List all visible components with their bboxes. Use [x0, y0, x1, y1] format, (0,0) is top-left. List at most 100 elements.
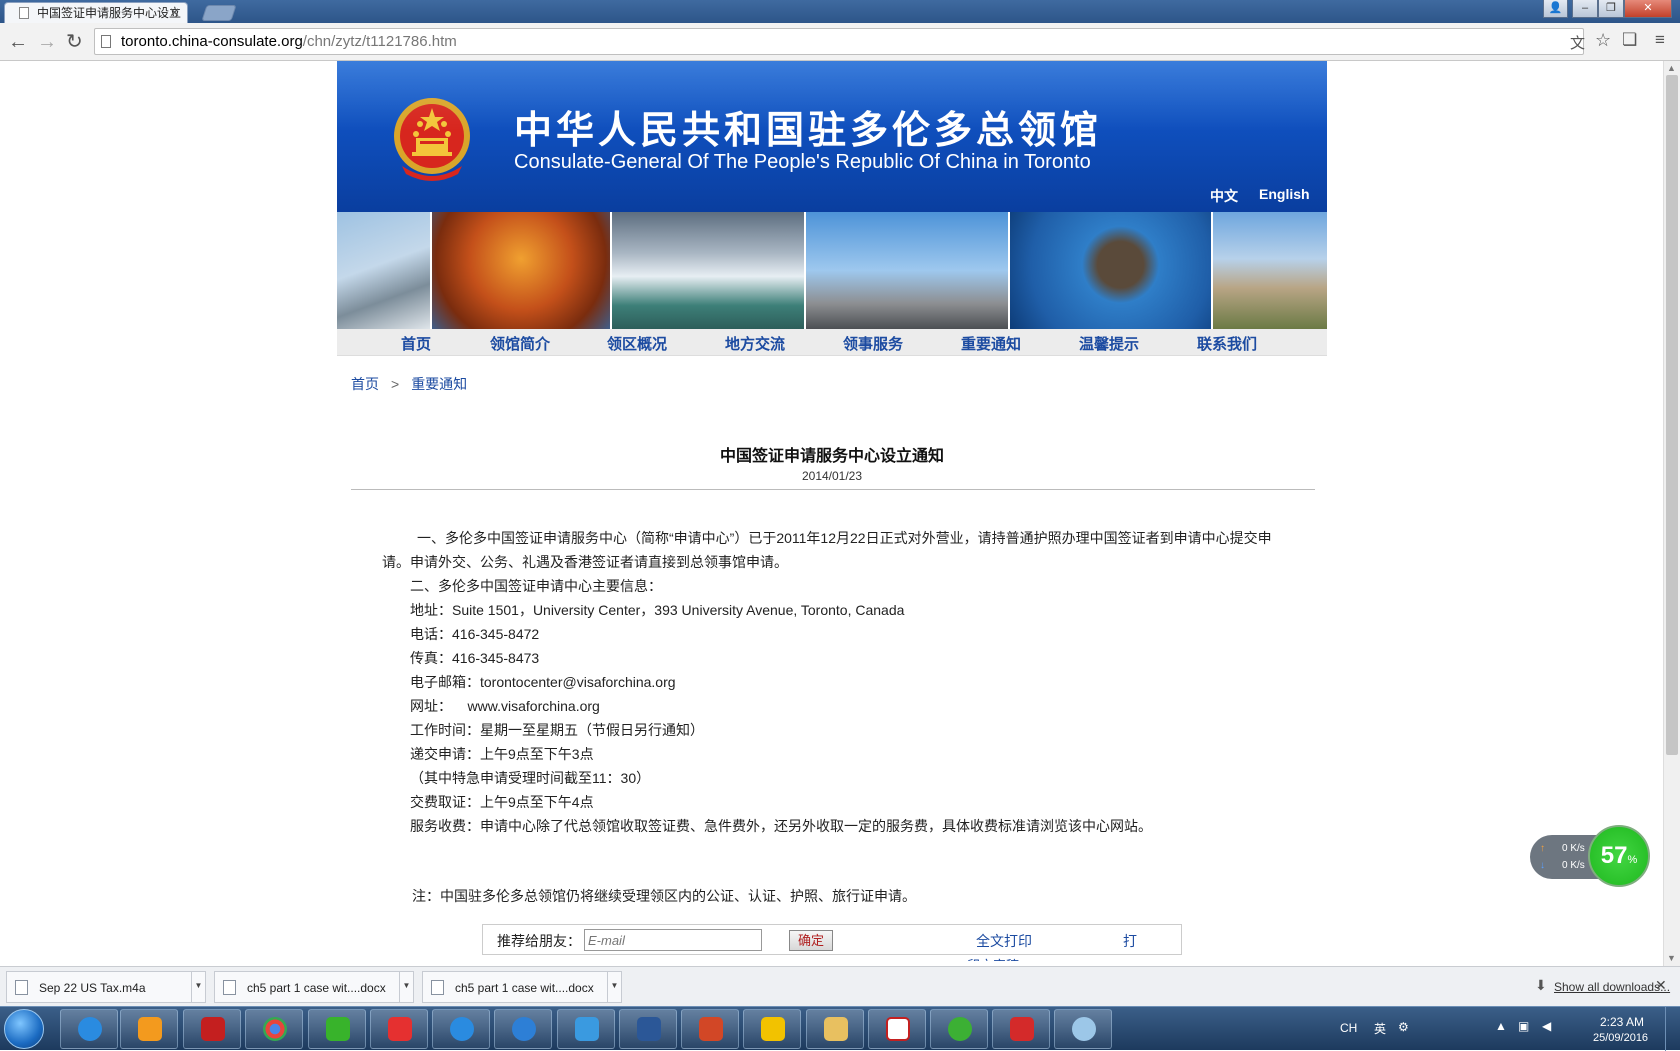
warning-icon[interactable] — [743, 1009, 801, 1049]
show-desktop-button[interactable] — [1665, 1007, 1680, 1051]
back-icon[interactable]: ← — [8, 32, 28, 52]
download-item[interactable]: ch5 part 1 case wit....docx ▼ — [214, 971, 414, 1003]
site-title-chinese: 中华人民共和国驻多伦多总领馆 — [514, 108, 1103, 152]
breadcrumb-notices[interactable]: 重要通知 — [411, 376, 467, 392]
url-text: toronto.china-consulate.org/chn/zytz/t11… — [121, 33, 457, 50]
taskbar: CH 英 ⚙ ▲ ▣ ◀ 2:23 AM 25/09/2016 — [0, 1006, 1680, 1051]
browser-toolbar: ← → ↻ toronto.china-consulate.org/chn/zy… — [0, 23, 1680, 61]
print-link[interactable]: 打 — [1123, 931, 1137, 951]
photo-autumn-maple — [432, 212, 612, 329]
language-chinese-link[interactable]: 中文 — [1210, 186, 1238, 206]
media-player-icon[interactable] — [120, 1009, 178, 1049]
article-body: 一、多伦多中国签证申请服务中心（简称“申请中心”）已于2011年12月22日正式… — [382, 526, 1287, 838]
audio-file-icon — [15, 980, 28, 995]
clock-time[interactable]: 2:23 AM — [1600, 1015, 1644, 1029]
volume-icon[interactable]: ◀ — [1542, 1019, 1551, 1033]
breadcrumb-home[interactable]: 首页 — [351, 376, 379, 392]
wechat-icon[interactable] — [930, 1009, 988, 1049]
nav-consular-services[interactable]: 领事服务 — [843, 333, 903, 354]
word-file-icon — [223, 980, 236, 995]
clock-date[interactable]: 25/09/2016 — [1593, 1032, 1648, 1044]
chevron-down-icon[interactable]: ▼ — [607, 972, 621, 1002]
tab-close-icon[interactable]: ✕ — [169, 3, 180, 23]
nav-tips[interactable]: 温馨提示 — [1079, 333, 1139, 354]
new-tab-button[interactable] — [201, 5, 237, 21]
ime-mode[interactable]: 英 — [1374, 1020, 1386, 1037]
nav-consulate-intro[interactable]: 领馆简介 — [490, 333, 550, 354]
start-button[interactable] — [4, 1009, 44, 1049]
address-bar[interactable]: toronto.china-consulate.org/chn/zytz/t11… — [94, 28, 1611, 55]
main-navigation: 首页 领馆简介 领区概况 地方交流 领事服务 重要通知 温馨提示 联系我们 — [337, 329, 1327, 356]
chrome-icon[interactable] — [245, 1009, 303, 1049]
minimize-button[interactable]: – — [1572, 0, 1598, 18]
email-input[interactable] — [584, 929, 762, 951]
chevron-down-icon[interactable]: ▼ — [191, 972, 205, 1002]
nav-important-notices[interactable]: 重要通知 — [961, 333, 1021, 354]
divider — [351, 489, 1315, 490]
tray-settings-icon[interactable]: ⚙ — [1398, 1020, 1409, 1034]
scroll-thumb[interactable] — [1666, 75, 1678, 755]
tab-strip: 中国签证申请服务中心设立 ✕ 👤 – ❐ ✕ — [0, 0, 1680, 23]
user-icon[interactable]: 👤 — [1543, 0, 1568, 18]
maximize-button[interactable]: ❐ — [1598, 0, 1624, 18]
nav-contact-us[interactable]: 联系我们 — [1197, 333, 1257, 354]
article-line: 网址： www.visaforchina.org — [410, 698, 600, 714]
forward-icon[interactable]: → — [37, 32, 57, 52]
downloads-bar: Sep 22 US Tax.m4a ▼ ch5 part 1 case wit.… — [0, 966, 1680, 1006]
folder-icon[interactable] — [806, 1009, 864, 1049]
tray-expand-icon[interactable]: ▲ — [1495, 1019, 1507, 1033]
reload-icon[interactable]: ↻ — [66, 32, 83, 52]
paint-icon[interactable] — [1054, 1009, 1112, 1049]
pdf-icon[interactable] — [868, 1009, 926, 1049]
scroll-down-icon[interactable]: ▼ — [1667, 953, 1676, 963]
nav-home[interactable]: 首页 — [401, 333, 431, 354]
ie-alt-icon[interactable] — [432, 1009, 490, 1049]
confirm-button[interactable]: 确定 — [789, 930, 833, 951]
network-app-icon[interactable] — [557, 1009, 615, 1049]
print-text-link[interactable]: 印文字稿 — [967, 955, 1019, 961]
article-line: 电话：416-345-8472 — [410, 626, 540, 642]
letv-icon[interactable] — [370, 1009, 428, 1049]
print-all-link[interactable]: 全文打印 — [976, 931, 1032, 951]
nav-region-overview[interactable]: 领区概况 — [607, 333, 667, 354]
page-scrollbar[interactable]: ▲ ▼ — [1663, 61, 1680, 966]
close-window-button[interactable]: ✕ — [1624, 0, 1672, 18]
video-player-icon[interactable] — [494, 1009, 552, 1049]
translate-icon[interactable]: 文 — [1570, 32, 1585, 53]
article-line: 服务收费：申请中心除了代总领馆收取签证费、急件费外，还另外收取一定的服务费，具体… — [410, 818, 1152, 834]
nav-local-exchange[interactable]: 地方交流 — [725, 333, 785, 354]
page-info-icon[interactable] — [101, 35, 111, 48]
photo-canada-goose — [1010, 212, 1213, 329]
chevron-down-icon[interactable]: ▼ — [399, 972, 413, 1002]
consulate-site: 中华人民共和国驻多伦多总领馆 Consulate-General Of The … — [337, 61, 1327, 961]
browser-tab-active[interactable]: 中国签证申请服务中心设立 ✕ — [4, 2, 188, 23]
iqiyi-icon[interactable] — [308, 1009, 366, 1049]
show-all-downloads-link[interactable]: Show all downloads... — [1554, 980, 1670, 994]
language-english-link[interactable]: English — [1259, 186, 1310, 202]
article-line: 传真：416-345-8473 — [410, 650, 540, 666]
news-app-icon[interactable] — [992, 1009, 1050, 1049]
site-banner: 中华人民共和国驻多伦多总领馆 Consulate-General Of The … — [337, 61, 1327, 212]
scroll-up-icon[interactable]: ▲ — [1667, 63, 1676, 73]
article-line: 交费取证：上午9点至下午4点 — [410, 794, 594, 810]
photo-toronto-skyline — [806, 212, 1010, 329]
upload-arrow-icon: ↑ — [1540, 843, 1545, 854]
word-icon[interactable] — [619, 1009, 677, 1049]
menu-icon[interactable]: ≡ — [1655, 30, 1665, 50]
powerpoint-icon[interactable] — [681, 1009, 739, 1049]
article-line: 地址：Suite 1501，University Center，393 Univ… — [410, 602, 905, 618]
download-item[interactable]: ch5 part 1 case wit....docx ▼ — [422, 971, 622, 1003]
share-box: 推荐给朋友： 确定 全文打印 打 — [482, 924, 1182, 955]
download-item[interactable]: Sep 22 US Tax.m4a ▼ — [6, 971, 206, 1003]
ie-icon[interactable] — [60, 1009, 118, 1049]
extension-icon[interactable]: ❏ — [1622, 30, 1637, 50]
bookmark-star-icon[interactable]: ☆ — [1595, 30, 1611, 51]
share-label: 推荐给朋友： — [497, 933, 581, 949]
zynga-icon[interactable] — [183, 1009, 241, 1049]
network-icon[interactable]: ▣ — [1518, 1019, 1529, 1033]
national-emblem-icon — [394, 98, 470, 181]
close-icon[interactable]: ✕ — [1655, 977, 1667, 994]
memory-usage-badge[interactable]: 57% — [1588, 825, 1650, 887]
language-indicator[interactable]: CH — [1340, 1021, 1357, 1035]
photo-niagara-falls — [612, 212, 806, 329]
